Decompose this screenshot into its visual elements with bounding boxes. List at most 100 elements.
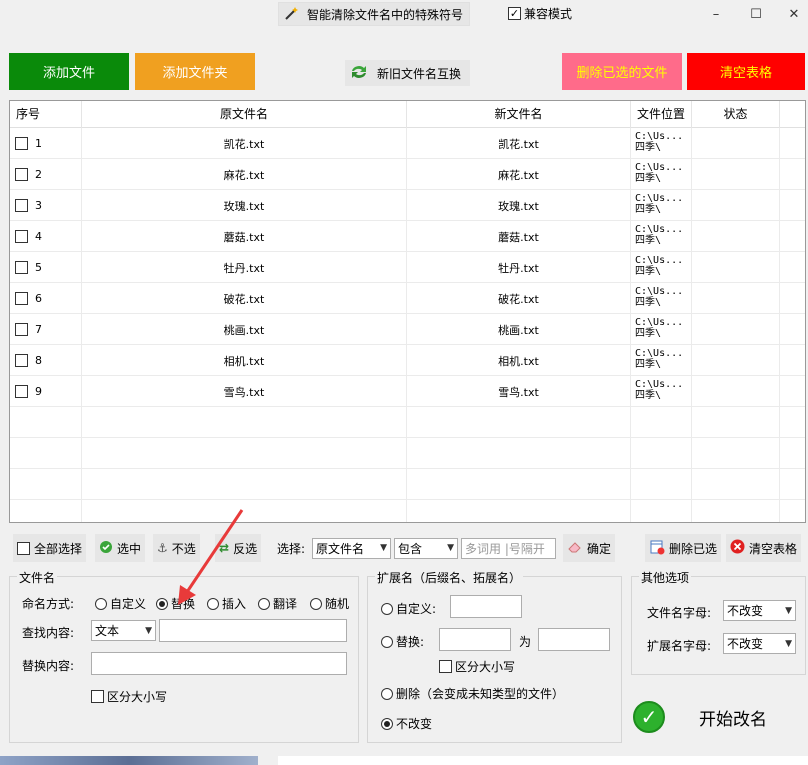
status-cell [692, 438, 780, 469]
ext-custom-input[interactable] [450, 595, 522, 618]
table-row[interactable]: 8 相机.txt 相机.txt C:\Us... 四季\ [10, 345, 805, 376]
add-folder-button[interactable]: 添加文件夹 [135, 53, 255, 90]
radio-icon [207, 597, 219, 610]
clear-table-top-button[interactable]: 清空表格 [687, 53, 805, 90]
compat-mode-checkbox[interactable]: ✓ 兼容模式 [508, 5, 572, 22]
table-row[interactable]: 3 玫瑰.txt 玫瑰.txt C:\Us... 四季\ [10, 190, 805, 221]
find-content-input[interactable] [159, 619, 347, 642]
extension-group: 扩展名（后缀名、拓展名） 自定义: 替换: 为 区分大小写 删除（会变成未知类型… [367, 569, 622, 743]
radio-icon [258, 597, 270, 610]
row-index-cell: 4 [10, 221, 82, 252]
ext-delete-radio[interactable]: 删除（会变成未知类型的文件） [381, 685, 564, 702]
new-name-cell: 桃画.txt [407, 314, 631, 345]
clear-table-button[interactable]: 清空表格 [726, 534, 802, 562]
row-index-cell: 9 [10, 376, 82, 407]
swap-names-button[interactable]: 新旧文件名互换 [345, 60, 470, 86]
minimize-button[interactable]: – [706, 6, 726, 22]
ext-nochange-label: 不改变 [396, 717, 433, 731]
new-name-cell: 相机.txt [407, 345, 631, 376]
special-char-clean-button[interactable]: 智能清除文件名中的特殊符号 [278, 2, 470, 26]
row-checkbox[interactable] [15, 292, 28, 305]
location-cell: C:\Us... 四季\ [631, 128, 692, 159]
location-cell [631, 407, 692, 438]
table-row[interactable]: 4 蘑菇.txt 蘑菇.txt C:\Us... 四季\ [10, 221, 805, 252]
row-checkbox[interactable] [15, 261, 28, 274]
clear-table-label: 清空表格 [749, 541, 798, 556]
ext-replace-from-input[interactable] [439, 628, 511, 651]
filename-group: 文件名 命名方式: 自定义 替换 插入 翻译 随机 查找内容: 文本 ▼ 替换内… [9, 569, 359, 743]
mode-insert-radio[interactable]: 插入 [207, 595, 246, 612]
table-row[interactable]: 6 破花.txt 破花.txt C:\Us... 四季\ [10, 283, 805, 314]
select-all-checkbox[interactable]: 全部选择 [13, 534, 87, 562]
ext-nochange-radio[interactable]: 不改变 [381, 715, 432, 732]
mode-custom-radio[interactable]: 自定义 [95, 595, 146, 612]
maximize-button[interactable]: ☐ [746, 6, 766, 22]
deselect-button[interactable]: ⚓ 不选 [153, 534, 200, 562]
compat-mode-label: 兼容模式 [524, 7, 573, 21]
find-type-value: 文本 [95, 624, 120, 638]
original-name-cell: 破花.txt [82, 283, 407, 314]
invert-label: 反选 [233, 541, 258, 556]
header-index[interactable]: 序号 [10, 101, 82, 128]
ext-letter-case-select[interactable]: 不改变 ▼ [723, 633, 796, 654]
status-cell [692, 345, 780, 376]
table-row[interactable]: 9 雪鸟.txt 雪鸟.txt C:\Us... 四季\ [10, 376, 805, 407]
row-checkbox[interactable] [15, 354, 28, 367]
row-number: 5 [35, 261, 42, 274]
status-cell [692, 469, 780, 500]
invert-button[interactable]: ⇄ 反选 [215, 534, 262, 562]
row-number: 9 [35, 385, 42, 398]
mode-random-radio[interactable]: 随机 [310, 595, 349, 612]
checkbox-icon [91, 690, 104, 703]
location-cell: C:\Us... 四季\ [631, 159, 692, 190]
row-checkbox[interactable] [15, 168, 28, 181]
confirm-button[interactable]: 确定 [563, 534, 616, 562]
ext-replace-label: 替换: [396, 635, 425, 649]
mode-replace-radio[interactable]: 替换 [156, 595, 195, 612]
filename-case-checkbox[interactable]: 区分大小写 [91, 688, 167, 705]
status-cell [692, 159, 780, 190]
keyword-input[interactable]: 多词用 |号隔开 [461, 537, 556, 559]
match-select[interactable]: 包含 ▼ [394, 537, 458, 559]
new-name-cell: 玫瑰.txt [407, 190, 631, 221]
row-checkbox[interactable] [15, 323, 28, 336]
swap-icon [349, 63, 369, 84]
add-file-button[interactable]: 添加文件 [9, 53, 129, 90]
location-path: C:\Us... [635, 193, 684, 204]
field-select[interactable]: 原文件名 ▼ [312, 537, 391, 559]
ext-custom-radio[interactable]: 自定义: [381, 600, 436, 617]
table-row[interactable]: 7 桃画.txt 桃画.txt C:\Us... 四季\ [10, 314, 805, 345]
delete-selected-files-button[interactable]: 删除已选的文件 [562, 53, 682, 90]
header-original-name[interactable]: 原文件名 [82, 101, 407, 128]
row-checkbox[interactable] [15, 199, 28, 212]
select-button[interactable]: 选中 [95, 534, 146, 562]
row-checkbox[interactable] [15, 230, 28, 243]
close-button[interactable]: ✕ [784, 6, 804, 22]
table-row[interactable]: 1 凯花.txt 凯花.txt C:\Us... 四季\ [10, 128, 805, 159]
mode-translate-radio[interactable]: 翻译 [258, 595, 297, 612]
checkmark-icon: ✓ [633, 701, 665, 733]
table-row[interactable]: 2 麻花.txt 麻花.txt C:\Us... 四季\ [10, 159, 805, 190]
find-type-select[interactable]: 文本 ▼ [91, 620, 156, 641]
replace-content-input[interactable] [91, 652, 347, 675]
chevron-down-icon: ▼ [447, 543, 454, 553]
row-checkbox[interactable] [15, 385, 28, 398]
filename-letter-case-value: 不改变 [727, 604, 764, 618]
ext-replace-to-input[interactable] [538, 628, 610, 651]
filename-letter-case-select[interactable]: 不改变 ▼ [723, 600, 796, 621]
delete-selected-button[interactable]: 删除已选 [645, 534, 722, 562]
radio-icon [381, 602, 393, 615]
table-row[interactable]: 5 牡丹.txt 牡丹.txt C:\Us... 四季\ [10, 252, 805, 283]
delete-doc-icon [649, 539, 665, 558]
location-path: C:\Us... [635, 317, 684, 328]
row-checkbox[interactable] [15, 137, 28, 150]
mode-replace-label: 替换 [171, 597, 196, 611]
ext-case-checkbox[interactable]: 区分大小写 [439, 658, 515, 675]
ext-replace-radio[interactable]: 替换: [381, 633, 424, 650]
header-status[interactable]: 状态 [692, 101, 780, 128]
header-location[interactable]: 文件位置 [631, 101, 692, 128]
chevron-down-icon: ▼ [380, 543, 387, 553]
header-new-name[interactable]: 新文件名 [407, 101, 631, 128]
start-rename-button[interactable]: ✓ 开始改名 [630, 692, 805, 742]
filename-letter-case-label: 文件名字母: [647, 606, 712, 620]
